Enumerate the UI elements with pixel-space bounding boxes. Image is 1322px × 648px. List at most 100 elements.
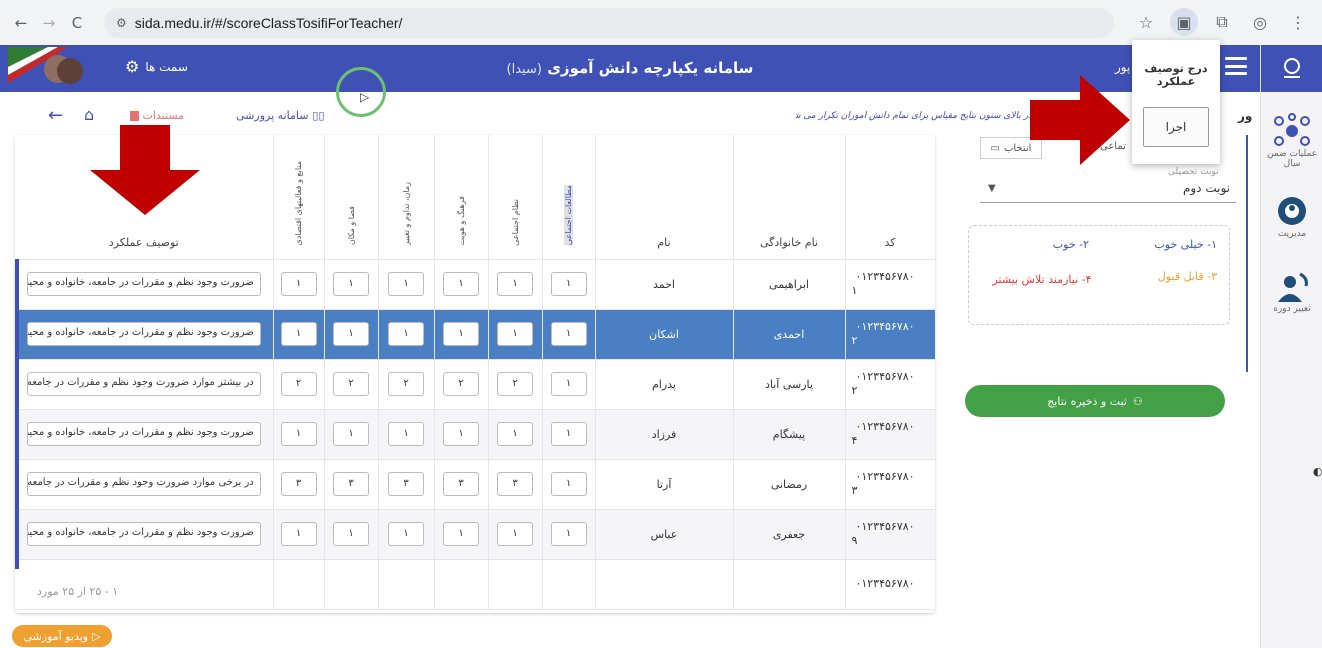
bookmark-star-icon[interactable]: ☆: [1132, 8, 1160, 36]
score-input[interactable]: ۱: [497, 522, 533, 546]
side-widget-icon[interactable]: ◐: [1313, 465, 1322, 478]
score-input[interactable]: ۱: [280, 322, 317, 346]
score-input[interactable]: ۲: [333, 372, 369, 396]
table-row[interactable]: در برخی موارد ضرورت وجود نظم و مقررات در…: [15, 459, 935, 510]
desc-input[interactable]: ضرورت وجود نظم و مقررات در جامعه، خانواد…: [26, 522, 261, 546]
site-settings-icon[interactable]: ⚙: [116, 16, 127, 30]
score-input[interactable]: ۱: [388, 322, 424, 346]
table-row[interactable]: در بیشتر موارد ضرورت وجود نظم و مقررات د…: [15, 359, 935, 410]
tutorial-video-button[interactable]: ویدیو آموزشی ▷: [12, 625, 112, 647]
score-cell: ۲: [488, 359, 543, 410]
score-cell: ۱: [434, 509, 489, 560]
score-input[interactable]: ۱: [550, 422, 587, 446]
grade-legend: ۱- خیلی خوب ۲- خوب ۳- قابل قبول ۴- نیازم…: [968, 225, 1230, 325]
score-cell: ۳: [434, 459, 489, 510]
score-input[interactable]: ۱: [388, 422, 424, 446]
save-results-button[interactable]: ثبت و ذخیره نتایج ⚇: [965, 385, 1225, 417]
home-icon[interactable]: ⌂: [84, 105, 94, 124]
score-input[interactable]: ۳: [333, 472, 369, 496]
back-icon[interactable]: ←: [48, 105, 63, 126]
score-input[interactable]: ۲: [443, 372, 479, 396]
score-cell: ۱: [378, 509, 435, 560]
desc-input[interactable]: ضرورت وجود نظم و مقررات در جامعه، خانواد…: [26, 422, 261, 446]
score-input[interactable]: ۱: [388, 522, 424, 546]
score-input[interactable]: ۲: [280, 372, 317, 396]
score-input[interactable]: ۱: [388, 272, 424, 296]
score-cell: ۱: [434, 259, 489, 310]
sidebar-item-in-year[interactable]: عملیات ضمن سال: [1261, 105, 1322, 177]
score-input[interactable]: ۱: [497, 422, 533, 446]
header-col6[interactable]: مطالعات اجتماعی: [542, 135, 596, 260]
score-input[interactable]: ۱: [550, 322, 587, 346]
table-row[interactable]: ضرورت وجود نظم و مقررات در جامعه، خانواد…: [15, 409, 935, 460]
score-input[interactable]: ۳: [280, 472, 317, 496]
back-arrow-icon[interactable]: ←: [6, 8, 36, 38]
desc-input[interactable]: در برخی موارد ضرورت وجود نظم و مقررات در…: [26, 472, 261, 496]
desc-input[interactable]: ضرورت وجود نظم و مقررات در جامعه، خانواد…: [26, 322, 261, 346]
score-input[interactable]: ۱: [550, 472, 587, 496]
run-button[interactable]: اجرا: [1143, 107, 1209, 147]
score-input[interactable]: ۳: [497, 472, 533, 496]
score-input[interactable]: ۳: [443, 472, 479, 496]
forward-arrow-icon[interactable]: →: [34, 8, 64, 38]
table-row[interactable]: ضرورت وجود نظم و مقررات در جامعه، خانواد…: [15, 509, 935, 560]
score-input[interactable]: ۱: [333, 322, 369, 346]
desc-input[interactable]: در بیشتر موارد ضرورت وجود نظم و مقررات د…: [26, 372, 261, 396]
score-input[interactable]: ۱: [443, 522, 479, 546]
dropdown-caret-icon[interactable]: ▼: [988, 183, 996, 194]
video-label: ویدیو آموزشی: [23, 629, 89, 643]
header-col5[interactable]: نظام اجتماعی: [488, 135, 543, 260]
extension-icon[interactable]: ▣: [1170, 8, 1198, 36]
profile-icon[interactable]: ◎: [1246, 8, 1274, 36]
menu-dots-icon[interactable]: ⋮: [1284, 8, 1312, 36]
score-input[interactable]: ۱: [333, 422, 369, 446]
code-text: ۰۱۲۳۴۵۶۷۸۰: [855, 520, 915, 533]
family-cell: رمضانی: [733, 459, 846, 510]
reload-icon[interactable]: C: [62, 8, 92, 38]
system-link[interactable]: سامانه پرورشی ▯▯: [236, 109, 325, 122]
header-col1[interactable]: منابع و فعالیتهای اقتصادی: [273, 135, 325, 260]
score-input[interactable]: ۱: [443, 272, 479, 296]
address-bar[interactable]: ⚙ sida.medu.ir/#/scoreClassTosifiForTeac…: [104, 8, 1114, 38]
score-input[interactable]: ۱: [333, 272, 369, 296]
table-row[interactable]: ضرورت وجود نظم و مقررات در جامعه، خانواد…: [15, 309, 935, 360]
score-input[interactable]: ۱: [550, 272, 587, 296]
score-cell: ۱: [273, 309, 325, 360]
header-col3[interactable]: زمان، تداوم و تغییر: [378, 135, 435, 260]
sidebar-item-change-period[interactable]: تغییر دوره: [1261, 255, 1322, 327]
term-select[interactable]: نوبت دوم: [980, 177, 1236, 203]
docs-link[interactable]: مستندات: [130, 109, 184, 122]
score-input[interactable]: ۱: [443, 422, 479, 446]
code-suffix: ۱: [851, 284, 858, 297]
score-input[interactable]: ۱: [280, 272, 317, 296]
desc-input[interactable]: ضرورت وجود نظم و مقررات در جامعه، خانواد…: [26, 272, 261, 296]
play-icon: ▷: [92, 629, 101, 643]
section-label: ور: [1238, 109, 1253, 123]
score-input[interactable]: ۱: [550, 372, 587, 396]
score-input[interactable]: ۱: [280, 422, 317, 446]
code-cell: ۰۱۲۳۴۵۶۷۸۰ ۳: [845, 459, 935, 510]
hamburger-menu-icon[interactable]: [1225, 57, 1247, 75]
network-icon: [1274, 113, 1310, 146]
score-input[interactable]: ۲: [497, 372, 533, 396]
extensions-puzzle-icon[interactable]: ⧉: [1208, 8, 1236, 36]
header-col2[interactable]: فضا و مکان: [324, 135, 379, 260]
score-cell: ۱: [378, 409, 435, 460]
score-input[interactable]: ۱: [550, 522, 587, 546]
save-label: ثبت و ذخیره نتایج: [1047, 394, 1127, 408]
score-input[interactable]: ۱: [497, 272, 533, 296]
mouse-cursor-icon: ▷: [360, 90, 370, 104]
score-input[interactable]: ۱: [280, 522, 317, 546]
score-cell: ۱: [434, 409, 489, 460]
system-label: سامانه پرورشی: [236, 109, 309, 122]
sidebar-item-management[interactable]: مدیریت: [1261, 180, 1322, 252]
score-cell: ۱: [542, 509, 596, 560]
score-input[interactable]: ۱: [333, 522, 369, 546]
code-text: ۰۱۲۳۴۵۶۷۸۰: [855, 420, 915, 433]
score-input[interactable]: ۱: [443, 322, 479, 346]
score-input[interactable]: ۳: [388, 472, 424, 496]
table-row[interactable]: ضرورت وجود نظم و مقررات در جامعه، خانواد…: [15, 259, 935, 310]
score-input[interactable]: ۱: [497, 322, 533, 346]
header-col4[interactable]: فرهنگ و هویت: [434, 135, 489, 260]
score-input[interactable]: ۲: [388, 372, 424, 396]
